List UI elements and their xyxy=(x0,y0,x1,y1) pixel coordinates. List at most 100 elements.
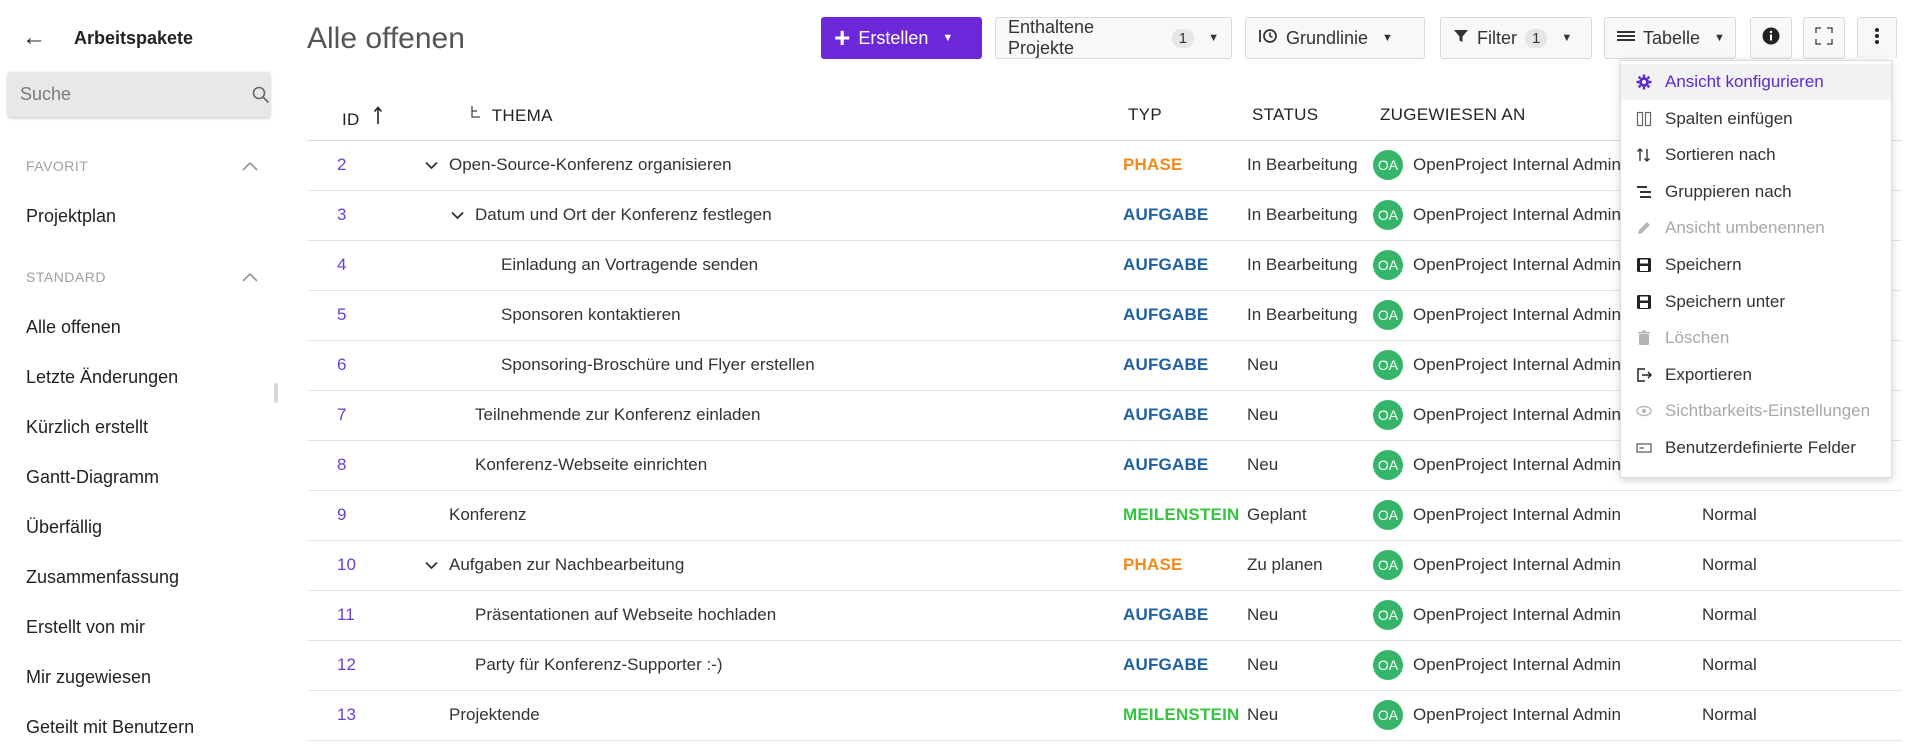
work-package-subject[interactable]: Konferenz-Webseite einrichten xyxy=(451,455,707,475)
sidebar-item-alle-offenen[interactable]: Alle offenen xyxy=(26,317,121,338)
work-package-assignee[interactable]: OA OpenProject Internal Admin xyxy=(1373,350,1621,380)
work-package-type[interactable]: AUFGABE xyxy=(1123,305,1208,325)
work-package-id-link[interactable]: 10 xyxy=(337,555,356,575)
menu-item-export[interactable]: Exportieren xyxy=(1621,357,1891,393)
sidebar-item-projektplan[interactable]: Projektplan xyxy=(26,206,116,227)
included-projects-button[interactable]: Enthaltene Projekte 1 ▼ xyxy=(995,17,1232,59)
more-actions-button[interactable] xyxy=(1857,17,1897,59)
column-header-status[interactable]: STATUS xyxy=(1252,105,1318,125)
work-package-subject[interactable]: Aufgaben zur Nachbearbeitung xyxy=(425,555,684,575)
column-header-assignee[interactable]: ZUGEWIESEN AN xyxy=(1380,105,1526,125)
chevron-down-icon[interactable] xyxy=(425,558,449,573)
work-package-type[interactable]: AUFGABE xyxy=(1123,255,1208,275)
work-package-type[interactable]: MEILENSTEIN xyxy=(1123,505,1240,525)
work-package-id-link[interactable]: 7 xyxy=(337,405,346,425)
work-package-status[interactable]: Neu xyxy=(1247,405,1278,425)
work-package-priority[interactable]: Normal xyxy=(1702,605,1757,625)
filter-button[interactable]: Filter 1 ▼ xyxy=(1440,17,1592,59)
work-package-subject[interactable]: Datum und Ort der Konferenz festlegen xyxy=(451,205,772,225)
baseline-button[interactable]: Grundlinie ▼ xyxy=(1245,17,1425,59)
menu-item-columns[interactable]: Spalten einfügen xyxy=(1621,101,1891,137)
sidebar-item-kuerzlich-erstellt[interactable]: Kürzlich erstellt xyxy=(26,417,148,438)
sidebar-item-letzte-aenderungen[interactable]: Letzte Änderungen xyxy=(26,367,178,388)
work-package-assignee[interactable]: OA OpenProject Internal Admin xyxy=(1373,500,1621,530)
hierarchy-icon[interactable] xyxy=(469,105,487,126)
menu-item-custom-fields[interactable]: Benutzerdefinierte Felder xyxy=(1621,430,1891,466)
work-package-type[interactable]: AUFGABE xyxy=(1123,355,1208,375)
search-icon[interactable] xyxy=(252,86,270,104)
sidebar-item-zusammenfassung[interactable]: Zusammenfassung xyxy=(26,567,179,588)
work-package-assignee[interactable]: OA OpenProject Internal Admin xyxy=(1373,650,1621,680)
sort-ascending-icon[interactable] xyxy=(373,106,383,129)
work-package-assignee[interactable]: OA OpenProject Internal Admin xyxy=(1373,300,1621,330)
work-package-assignee[interactable]: OA OpenProject Internal Admin xyxy=(1373,250,1621,280)
work-package-assignee[interactable]: OA OpenProject Internal Admin xyxy=(1373,600,1621,630)
work-package-id-link[interactable]: 12 xyxy=(337,655,356,675)
work-package-id-link[interactable]: 6 xyxy=(337,355,346,375)
chevron-down-icon[interactable] xyxy=(425,158,449,173)
work-package-id-link[interactable]: 5 xyxy=(337,305,346,325)
menu-item-save-as[interactable]: Speichern unter xyxy=(1621,284,1891,320)
work-package-subject[interactable]: Open-Source-Konferenz organisieren xyxy=(425,155,732,175)
work-package-id-link[interactable]: 11 xyxy=(337,605,355,625)
work-package-type[interactable]: PHASE xyxy=(1123,555,1183,575)
work-package-type[interactable]: AUFGABE xyxy=(1123,455,1208,475)
work-package-priority[interactable]: Normal xyxy=(1702,555,1757,575)
section-standard[interactable]: STANDARD xyxy=(26,269,258,285)
table-row[interactable]: 10 Aufgaben zur Nachbearbeitung PHASE Zu pl… xyxy=(307,541,1902,591)
work-package-subject[interactable]: Party für Konferenz-Supporter :-) xyxy=(451,655,723,675)
work-package-subject[interactable]: Teilnehmende zur Konferenz einladen xyxy=(451,405,760,425)
work-package-type[interactable]: AUFGABE xyxy=(1123,655,1208,675)
work-package-status[interactable]: In Bearbeitung xyxy=(1247,255,1358,275)
chevron-up-icon[interactable] xyxy=(242,269,258,285)
work-package-status[interactable]: Neu xyxy=(1247,455,1278,475)
work-package-id-link[interactable]: 13 xyxy=(337,705,356,725)
work-package-type[interactable]: PHASE xyxy=(1123,155,1183,175)
sidebar-item-gantt-diagramm[interactable]: Gantt-Diagramm xyxy=(26,467,159,488)
work-package-assignee[interactable]: OA OpenProject Internal Admin xyxy=(1373,450,1621,480)
chevron-down-icon[interactable] xyxy=(451,208,475,223)
column-header-type[interactable]: TYP xyxy=(1128,105,1162,125)
menu-item-save[interactable]: Speichern xyxy=(1621,247,1891,283)
work-package-status[interactable]: Neu xyxy=(1247,605,1278,625)
search-input[interactable] xyxy=(20,84,252,105)
chevron-up-icon[interactable] xyxy=(242,158,258,174)
work-package-assignee[interactable]: OA OpenProject Internal Admin xyxy=(1373,550,1621,580)
work-package-priority[interactable]: Normal xyxy=(1702,705,1757,725)
work-package-assignee[interactable]: OA OpenProject Internal Admin xyxy=(1373,400,1621,430)
column-header-subject[interactable]: THEMA xyxy=(469,105,553,126)
work-package-subject[interactable]: Einladung an Vortragende senden xyxy=(477,255,758,275)
work-package-status[interactable]: Geplant xyxy=(1247,505,1307,525)
arrow-left-icon[interactable]: ← xyxy=(22,24,74,52)
work-package-assignee[interactable]: OA OpenProject Internal Admin xyxy=(1373,200,1621,230)
work-package-assignee[interactable]: OA OpenProject Internal Admin xyxy=(1373,700,1621,730)
work-package-status[interactable]: Neu xyxy=(1247,705,1278,725)
work-package-subject[interactable]: Sponsoring-Broschüre und Flyer erstellen xyxy=(477,355,815,375)
menu-item-gear[interactable]: Ansicht konfigurieren xyxy=(1621,64,1891,100)
sidebar-item-erstellt-von-mir[interactable]: Erstellt von mir xyxy=(26,617,145,638)
create-button[interactable]: + Erstellen ▼ xyxy=(821,17,982,59)
work-package-status[interactable]: In Bearbeitung xyxy=(1247,155,1358,175)
menu-item-sort[interactable]: Sortieren nach xyxy=(1621,137,1891,173)
work-package-status[interactable]: Neu xyxy=(1247,355,1278,375)
work-package-type[interactable]: AUFGABE xyxy=(1123,405,1208,425)
table-row[interactable]: 13 Projektende MEILENSTEIN Neu OA OpenProject… xyxy=(307,691,1902,741)
work-package-status[interactable]: In Bearbeitung xyxy=(1247,205,1358,225)
work-package-subject[interactable]: Konferenz xyxy=(425,505,527,525)
work-package-type[interactable]: AUFGABE xyxy=(1123,205,1208,225)
work-package-id-link[interactable]: 9 xyxy=(337,505,346,525)
section-favorit[interactable]: FAVORIT xyxy=(26,158,258,174)
sidebar-item-mir-zugewiesen[interactable]: Mir zugewiesen xyxy=(26,667,151,688)
work-package-type[interactable]: AUFGABE xyxy=(1123,605,1208,625)
work-package-id-link[interactable]: 3 xyxy=(337,205,346,225)
work-package-priority[interactable]: Normal xyxy=(1702,505,1757,525)
work-package-subject[interactable]: Projektende xyxy=(425,705,540,725)
work-package-status[interactable]: Zu planen xyxy=(1247,555,1323,575)
table-row[interactable]: 12 Party für Konferenz-Supporter :-) AUFGA… xyxy=(307,641,1902,691)
sidebar-resize-handle[interactable] xyxy=(274,383,278,403)
sidebar-item-ueberfaellig[interactable]: Überfällig xyxy=(26,517,102,538)
work-package-id-link[interactable]: 8 xyxy=(337,455,346,475)
menu-item-group[interactable]: Gruppieren nach xyxy=(1621,174,1891,210)
work-package-status[interactable]: Neu xyxy=(1247,655,1278,675)
work-package-subject[interactable]: Präsentationen auf Webseite hochladen xyxy=(451,605,776,625)
